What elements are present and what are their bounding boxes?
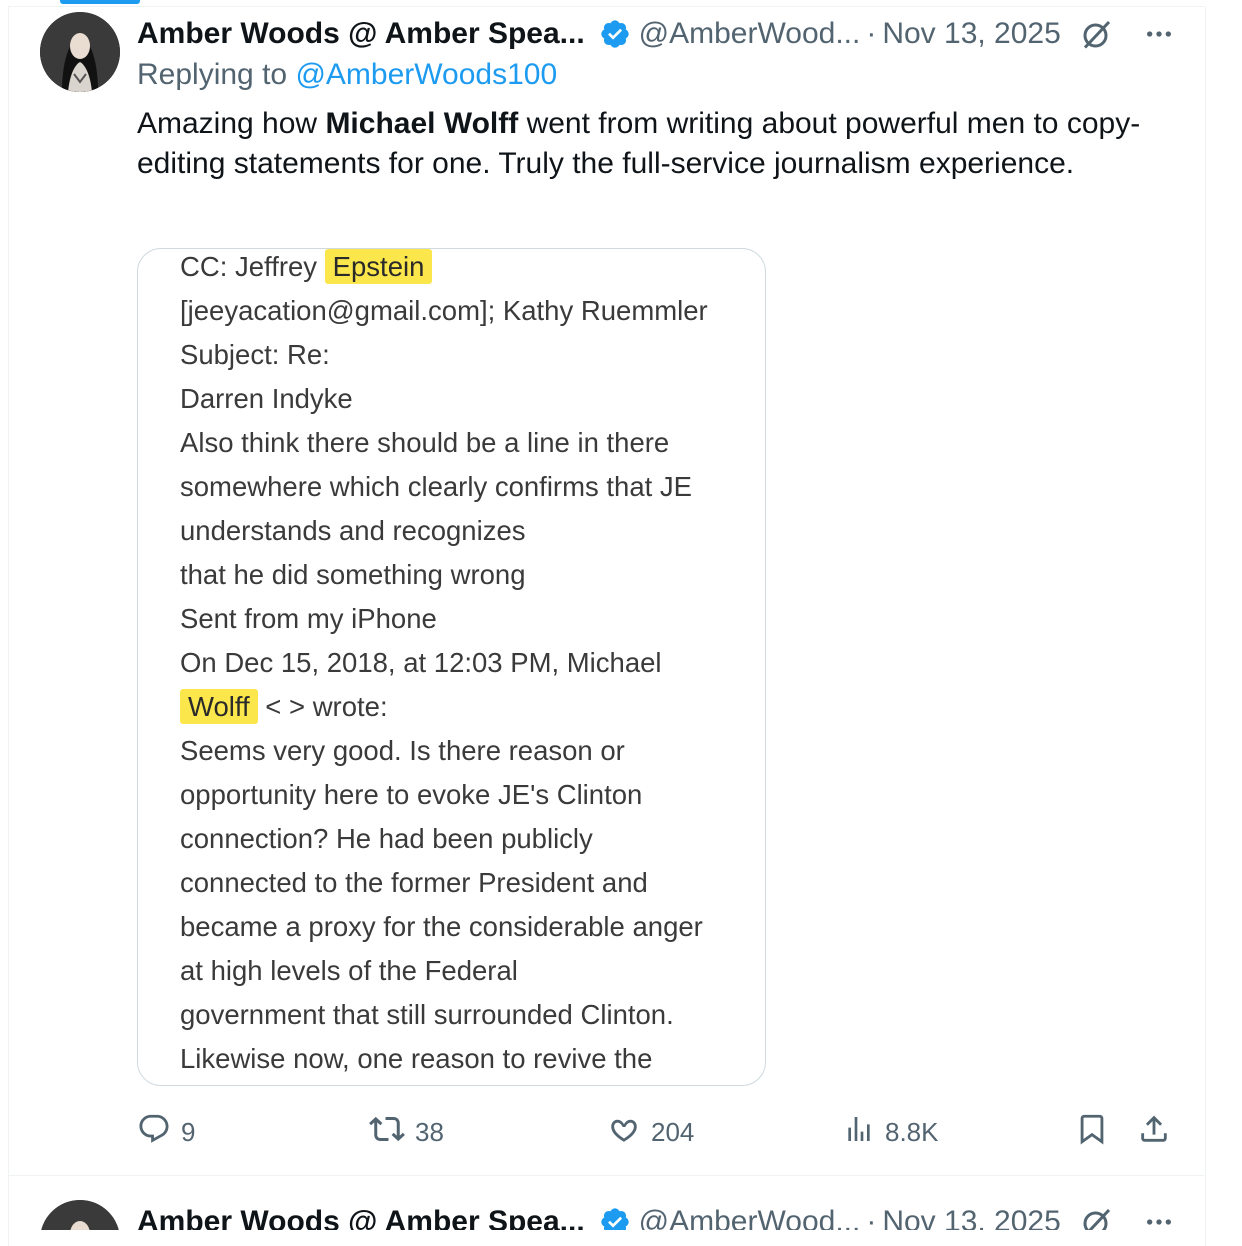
views-count: 8.8K xyxy=(885,1116,939,1147)
tweet-date[interactable]: Nov 13, 2025 xyxy=(882,1205,1060,1230)
doc-line: at high levels of the Federal xyxy=(180,955,518,986)
repost-icon xyxy=(369,1111,405,1154)
bookmark-icon xyxy=(1075,1112,1109,1153)
author-handle[interactable]: @AmberWood... xyxy=(639,1205,861,1230)
divider xyxy=(8,6,1204,7)
like-button[interactable]: 204 xyxy=(607,1112,694,1152)
views-icon xyxy=(843,1113,875,1152)
doc-line: government that still surrounded Clinton… xyxy=(180,999,674,1030)
like-count: 204 xyxy=(651,1116,695,1147)
action-bar: 9 38 204 8.8K xyxy=(137,1112,1177,1152)
verified-badge-icon xyxy=(599,1206,631,1230)
share-icon xyxy=(1137,1112,1171,1153)
doc-line: Wolff < > wrote: xyxy=(180,685,760,729)
more-icon[interactable] xyxy=(1143,1206,1175,1230)
doc-line: Seems very good. Is there reason or xyxy=(180,735,625,766)
bookmark-button[interactable] xyxy=(1075,1112,1109,1152)
more-icon[interactable] xyxy=(1143,18,1175,50)
highlighted-word: Epstein xyxy=(324,249,433,284)
doc-line: Darren Indyke xyxy=(180,383,353,414)
repost-count: 38 xyxy=(415,1116,444,1147)
replying-to: Replying to @AmberWoods100 xyxy=(137,58,557,92)
doc-line: became a proxy for the considerable ange… xyxy=(180,911,703,942)
tweet-date[interactable]: Nov 13, 2025 xyxy=(882,17,1060,51)
reply-count: 9 xyxy=(181,1116,196,1147)
doc-line: [jeeyacation@gmail.com]; Kathy Ruemmler xyxy=(180,295,708,326)
doc-line: On Dec 15, 2018, at 12:03 PM, Michael xyxy=(180,647,662,678)
highlighted-word: Wolff xyxy=(180,689,258,724)
grok-icon[interactable] xyxy=(1079,16,1115,52)
doc-line: opportunity here to evoke JE's Clinton xyxy=(180,779,643,810)
media-attachment[interactable]: CC: Jeffrey Epstein [jeeyacation@gmail.c… xyxy=(137,248,766,1086)
avatar[interactable] xyxy=(40,12,120,92)
tweet-text-part: Amazing how xyxy=(137,107,326,140)
repost-button[interactable]: 38 xyxy=(369,1112,444,1152)
tweet-header: Amber Woods @ Amber Spea... @AmberWood..… xyxy=(137,14,1177,54)
verified-badge-icon xyxy=(599,18,631,50)
tweet-header: Amber Woods @ Amber Spea... @AmberWood..… xyxy=(137,1202,1177,1230)
share-button[interactable] xyxy=(1137,1112,1171,1152)
email-screenshot: CC: Jeffrey Epstein [jeeyacation@gmail.c… xyxy=(180,249,760,1081)
tweet[interactable]: Amber Woods @ Amber Spea... @AmberWood..… xyxy=(0,1176,1242,1230)
active-indicator xyxy=(60,0,140,4)
tweet-text: Amazing how Michael Wolff went from writ… xyxy=(137,104,1147,184)
reply-icon xyxy=(137,1112,171,1153)
like-icon xyxy=(607,1112,641,1153)
tweet-text-bold: Michael Wolff xyxy=(325,107,519,140)
doc-line: CC: Jeffrey Epstein xyxy=(180,249,760,289)
replying-handle-link[interactable]: @AmberWoods100 xyxy=(295,58,557,91)
doc-text: < > wrote: xyxy=(257,691,388,722)
doc-line: Also think there should be a line in the… xyxy=(180,427,670,458)
author-handle[interactable]: @AmberWood... xyxy=(639,17,861,51)
author-name[interactable]: Amber Woods @ Amber Spea... xyxy=(137,1205,585,1230)
author-name[interactable]: Amber Woods @ Amber Spea... xyxy=(137,17,585,51)
doc-line: Likewise now, one reason to revive the xyxy=(180,1043,653,1074)
doc-line: Subject: Re: xyxy=(180,339,330,370)
grok-icon[interactable] xyxy=(1079,1204,1115,1230)
reply-button[interactable]: 9 xyxy=(137,1112,195,1152)
separator-dot: · xyxy=(866,17,877,50)
doc-line: that he did something wrong xyxy=(180,559,526,590)
doc-line: understands and recognizes xyxy=(180,515,526,546)
doc-line: connection? He had been publicly xyxy=(180,823,593,854)
views-button[interactable]: 8.8K xyxy=(843,1112,939,1152)
replying-prefix: Replying to xyxy=(137,58,288,91)
avatar[interactable] xyxy=(40,1200,120,1230)
separator-dot: · xyxy=(866,1205,877,1230)
doc-text: CC: Jeffrey xyxy=(180,251,325,282)
doc-line: Sent from my iPhone xyxy=(180,603,437,634)
doc-line: somewhere which clearly confirms that JE xyxy=(180,471,692,502)
doc-line: connected to the former President and xyxy=(180,867,648,898)
